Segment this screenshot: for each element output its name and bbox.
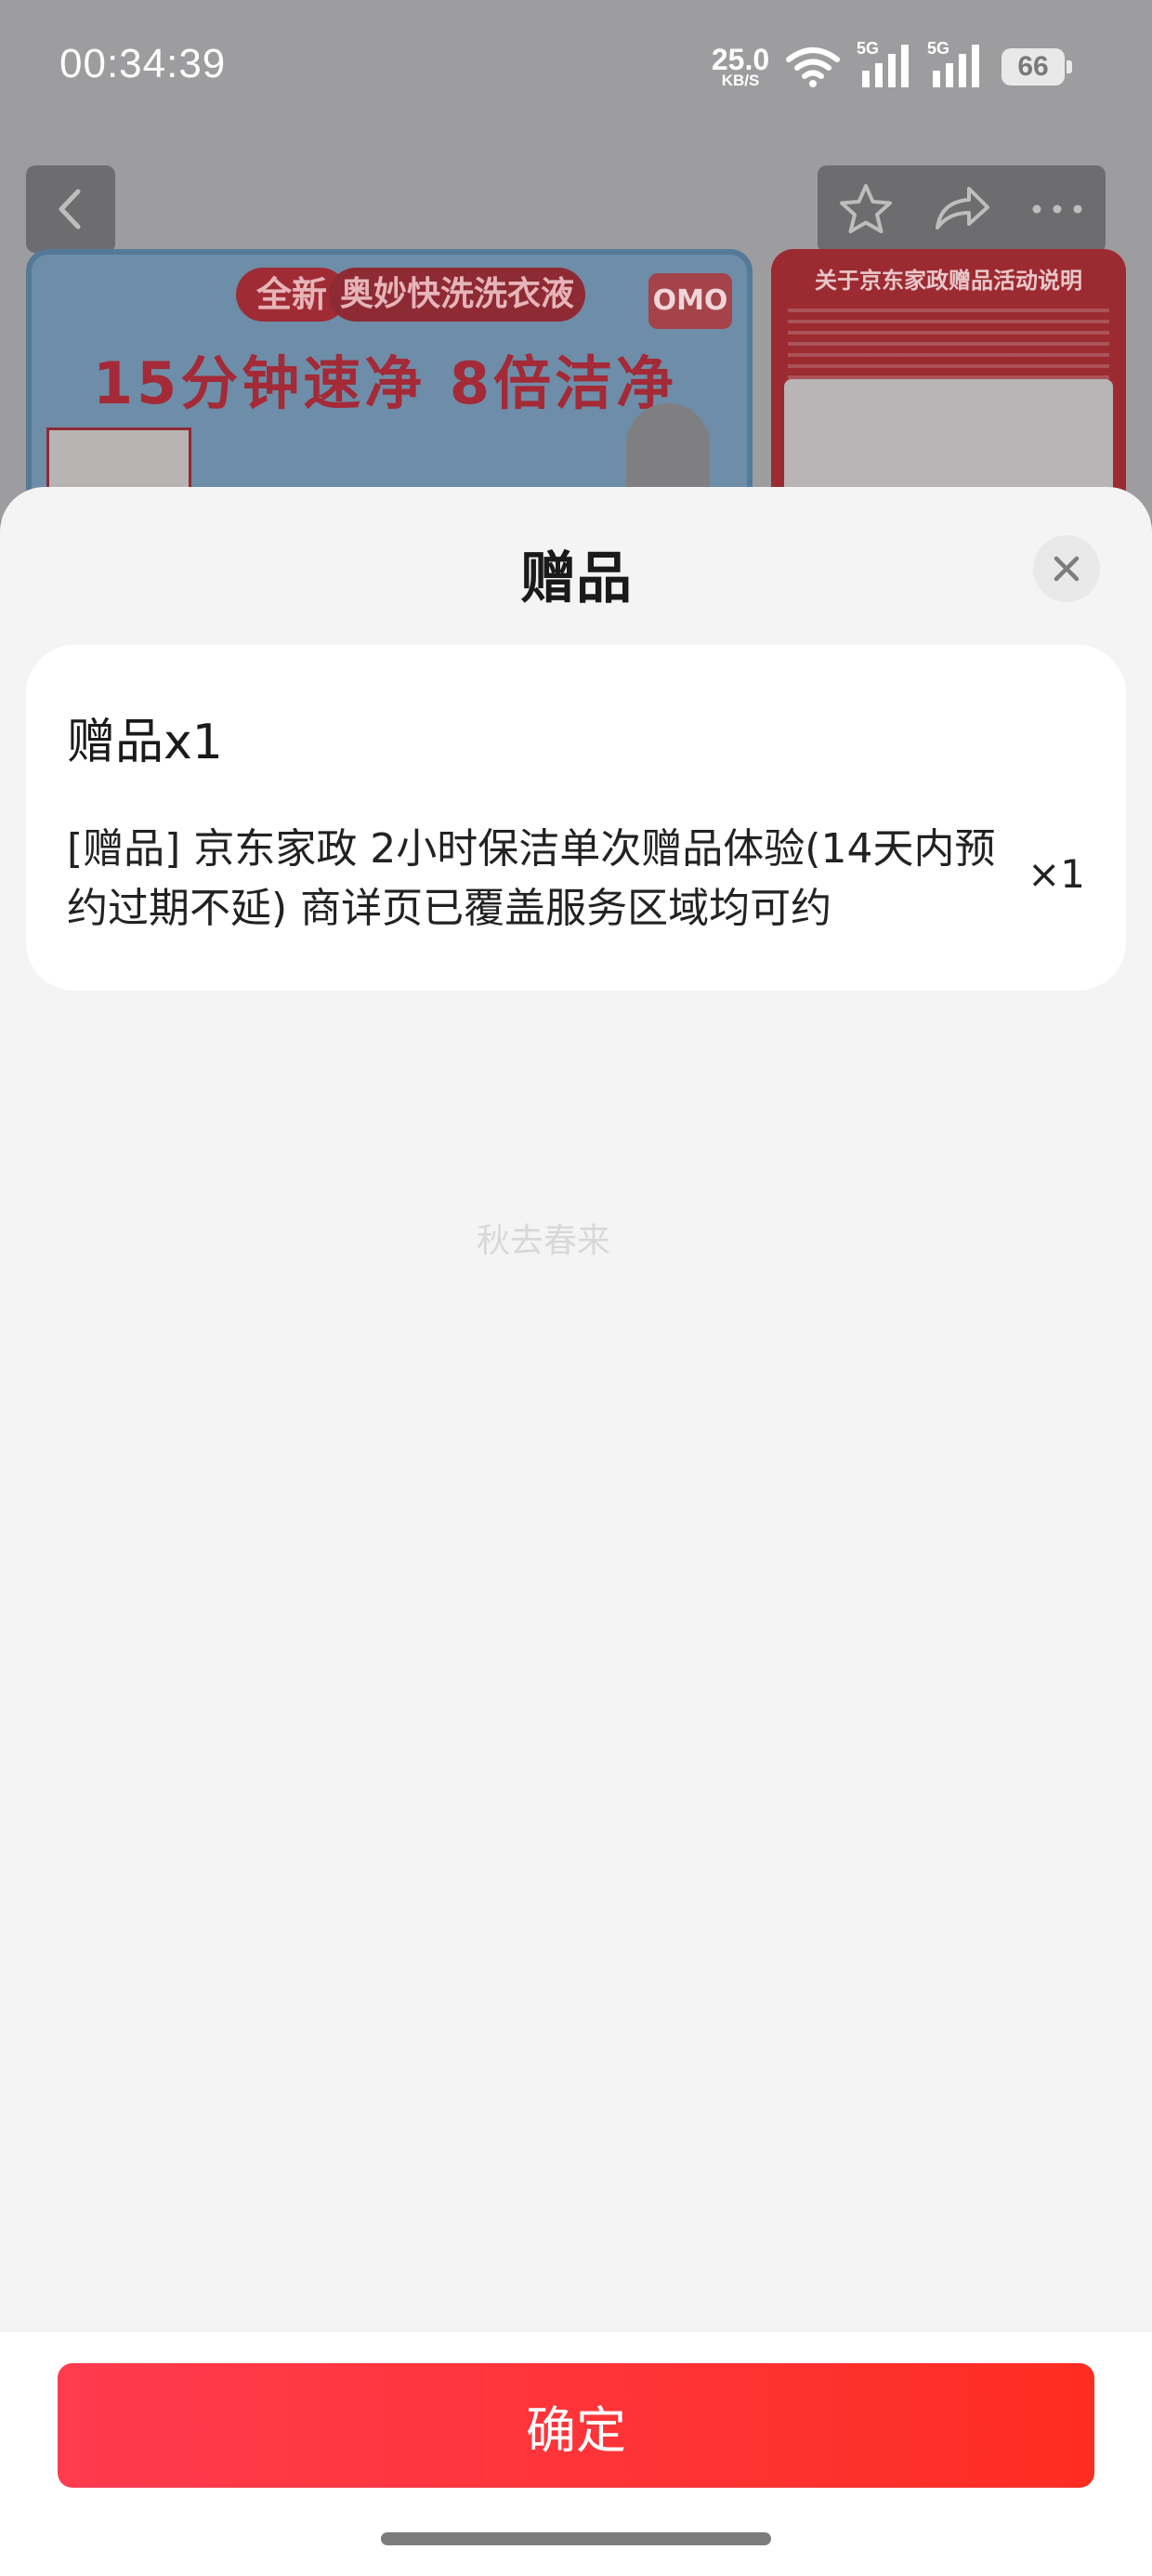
wifi-icon [786, 47, 840, 87]
status-time: 00:34:39 [59, 41, 227, 86]
share-button[interactable] [920, 167, 1003, 251]
sheet-footer: 确定 [0, 2331, 1152, 2576]
sheet-header: 赠品 [0, 487, 1152, 645]
home-indicator[interactable] [381, 2532, 771, 2545]
back-button[interactable] [26, 165, 115, 253]
signal-icon: 5G [857, 39, 916, 95]
banner-product-name: 奥妙快洗洗衣液 [329, 268, 585, 322]
sim2-label: 5G [927, 39, 950, 58]
more-button[interactable] [1015, 167, 1099, 251]
promo-banner[interactable]: 全新 奥妙快洗洗衣液 OMO 15分钟速净 8倍洁净力 [26, 249, 753, 520]
gift-quantity: ×1 [1028, 851, 1085, 897]
favorite-button[interactable] [824, 167, 908, 251]
status-bar: 00:34:39 25.0 KB/S 5G 5G 66 [0, 0, 1152, 139]
network-speed-value: 25.0 [711, 43, 770, 76]
top-actions [818, 165, 1106, 253]
sim1-label: 5G [857, 39, 880, 58]
gift-heading: 赠品x1 [67, 715, 223, 770]
watermark: 秋去春来 [476, 1222, 610, 1260]
side-banner-title: 关于京东家政赠品活动说明 [815, 268, 1082, 294]
gift-bottom-sheet: 赠品 赠品x1 [赠品] 京东家政 2小时保洁单次赠品体验(14天内预约过期不延… [0, 487, 1152, 2576]
background-product-page: 00:34:39 25.0 KB/S 5G 5G 66 全新 奥妙快洗洗衣液 O… [0, 0, 1152, 520]
network-speed: 25.0 KB/S [708, 45, 773, 88]
brand-logo: OMO [648, 273, 732, 329]
sheet-title: 赠品 [520, 546, 632, 611]
signal-icon: 5G [927, 39, 987, 95]
close-icon [1054, 556, 1080, 582]
gift-card: 赠品x1 [赠品] 京东家政 2小时保洁单次赠品体验(14天内预约过期不延) 商… [26, 645, 1126, 991]
banner-headline: 15分钟速净 8倍洁净力 [93, 349, 678, 501]
share-icon [935, 187, 989, 230]
back-icon [59, 189, 81, 230]
promo-banner-side[interactable]: 关于京东家政赠品活动说明 [771, 249, 1126, 520]
star-icon [839, 184, 892, 233]
more-icon [1032, 204, 1082, 214]
gift-description: [赠品] 京东家政 2小时保洁单次赠品体验(14天内预约过期不延) 商详页已覆盖… [67, 825, 996, 932]
battery-indicator: 66 [1001, 48, 1072, 85]
close-button[interactable] [1033, 535, 1100, 602]
confirm-button[interactable]: 确定 [58, 2363, 1094, 2488]
